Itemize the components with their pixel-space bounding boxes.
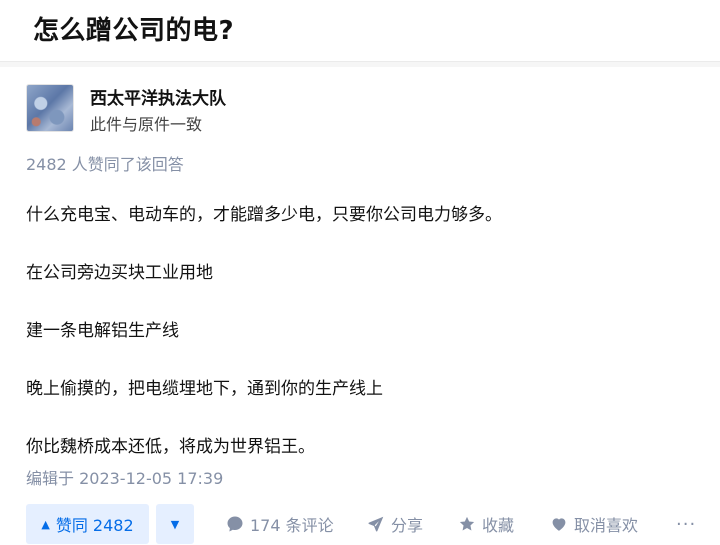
section-divider	[0, 62, 720, 67]
answer-paragraph: 什么充电宝、电动车的，才能蹭多少电，只要你公司电力够多。	[26, 205, 502, 225]
like-label: 取消喜欢	[574, 516, 639, 535]
question-title[interactable]: 怎么蹭公司的电?	[33, 10, 234, 47]
question-header: 怎么蹭公司的电?	[0, 0, 720, 62]
more-button[interactable]: ···	[676, 504, 696, 544]
vote-down-button[interactable]: ▼	[156, 504, 194, 544]
answer-paragraph: 建一条电解铝生产线	[26, 321, 179, 341]
share-button[interactable]: 分享	[367, 504, 423, 544]
heart-icon	[552, 518, 566, 531]
voters-count[interactable]: 2482 人赞同了该回答	[26, 151, 184, 175]
answer-content: 什么充电宝、电动车的，才能蹭多少电，只要你公司电力够多。 在公司旁边买块工业用地…	[26, 198, 706, 488]
collect-label: 收藏	[482, 516, 515, 535]
ellipsis-icon: ···	[676, 513, 697, 535]
vote-up-button[interactable]: ▲ 赞同 2482	[26, 504, 149, 544]
triangle-down-icon: ▼	[170, 517, 180, 531]
collect-button[interactable]: 收藏	[458, 504, 514, 544]
comment-button[interactable]: 174 条评论	[226, 504, 334, 544]
comment-bubble-icon	[227, 516, 243, 532]
share-label: 分享	[391, 516, 424, 535]
answer-paragraph: 你比魏桥成本还低，将成为世界铝王。	[26, 437, 315, 457]
avatar[interactable]	[26, 84, 74, 132]
author-info: 西太平洋执法大队 此件与原件一致	[26, 84, 626, 134]
edited-time[interactable]: 编辑于 2023-12-05 17:39	[26, 465, 223, 489]
author-headline: 此件与原件一致	[90, 115, 203, 134]
answer-paragraph: 晚上偷摸的，把电缆埋地下，通到你的生产线上	[26, 379, 383, 399]
action-bar: ▲ 赞同 2482 ▼ 174 条评论 分享 收藏 取消喜欢 ···	[26, 504, 720, 545]
answer-paragraph: 在公司旁边买块工业用地	[26, 263, 213, 283]
star-icon	[459, 516, 475, 531]
like-button[interactable]: 取消喜欢	[550, 504, 638, 544]
comment-label: 174 条评论	[250, 516, 334, 535]
vote-up-label: 赞同 2482	[55, 516, 134, 535]
author-name[interactable]: 西太平洋执法大队	[90, 84, 226, 109]
triangle-up-icon: ▲	[41, 517, 50, 531]
paper-plane-icon	[368, 516, 384, 532]
